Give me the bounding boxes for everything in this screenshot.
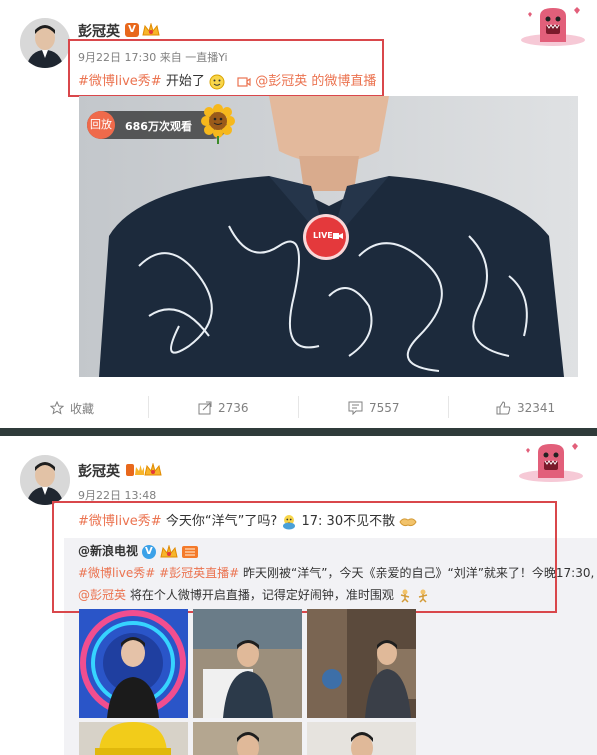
domo-mascot-icon [519, 443, 583, 482]
hashtag-link[interactable]: #微博live秀# [78, 566, 155, 580]
repost-count: 2736 [218, 401, 249, 415]
verified-badge: V [125, 23, 139, 37]
video-link-icon [237, 76, 251, 87]
image-thumbnail[interactable] [193, 609, 302, 718]
repost-button[interactable]: 2736 [198, 396, 249, 420]
post-source[interactable]: 一直播Yi [185, 51, 227, 64]
weibo-post-1: 彭冠英 V 9月22日 17:30 来自 一直播Yi #微博live秀# 开始了 [0, 0, 597, 428]
post-text-b: 17: 30不见不散 [301, 514, 396, 529]
repost-text-2: 将在个人微博开启直播，记得定好闹钟，准时围观 [129, 588, 394, 602]
action-divider [298, 396, 299, 418]
verified-badge: V [141, 544, 156, 559]
image-thumbnail[interactable] [307, 722, 416, 755]
comment-count: 7557 [369, 401, 400, 415]
domo-mascot-icon [521, 7, 585, 46]
mention-link[interactable]: @彭冠英 [78, 588, 126, 602]
post-actions-bar: 收藏 2736 7557 32341 [0, 396, 597, 420]
image-thumbnail[interactable] [79, 609, 188, 718]
dance-emoji-icon [418, 589, 427, 603]
post-text-a: 今天你“洋气”了吗? [165, 514, 278, 529]
view-count: 686万次观看 [125, 120, 192, 133]
chick-emoji-icon [283, 514, 296, 529]
comment-icon [348, 401, 363, 415]
comment-button[interactable]: 7557 [348, 396, 400, 420]
repost-text-1: 昨天刚被“洋气”，今天《亲爱的自己》“刘洋”就来了！今晚17:30, [243, 566, 595, 580]
repost-line-1: #微博live秀# #彭冠英直播# 昨天刚被“洋气”，今天《亲爱的自己》“刘洋”… [78, 564, 594, 581]
image-thumbnail[interactable] [79, 722, 188, 755]
author-name[interactable]: 彭冠英 [78, 21, 120, 41]
post-body: #微博live秀# 今天你“洋气”了吗? 17: 30不见不散 [78, 510, 417, 530]
repost-line-2: @彭冠英 将在个人微博开启直播，记得定好闹钟，准时围观 [78, 586, 430, 603]
thumbs-up-icon [496, 401, 511, 415]
star-icon [50, 401, 64, 415]
post-date[interactable]: 9月22日 17:30 [78, 51, 156, 64]
repost-icon [198, 401, 212, 415]
post-separator [0, 428, 597, 436]
like-count: 32341 [517, 401, 556, 415]
smile-emoji-icon [209, 74, 225, 89]
vip-badge-icon [126, 464, 144, 476]
replay-label: 回放 [87, 111, 115, 139]
hashtag-link[interactable]: #微博live秀# [78, 74, 162, 89]
video-player[interactable]: 回放 686万次观看 LIVE [79, 96, 578, 377]
author-avatar[interactable] [20, 18, 70, 68]
member-crown-icon [144, 463, 162, 476]
member-crown-icon [160, 544, 178, 557]
action-divider [448, 396, 449, 418]
live-play-button[interactable]: LIVE [303, 214, 349, 260]
sunflower-icon [201, 104, 235, 144]
live-stream-link[interactable]: @彭冠英 的微博直播 [255, 74, 376, 89]
like-button[interactable]: 32341 [496, 396, 555, 420]
image-thumbnail[interactable] [193, 722, 302, 755]
hashtag-link[interactable]: #彭冠英直播# [159, 566, 239, 580]
camera-icon [333, 233, 343, 239]
author-name[interactable]: 彭冠英 [78, 461, 120, 481]
repost-author[interactable]: @新浪电视 [78, 544, 138, 558]
author-avatar[interactable] [20, 455, 70, 505]
image-thumbnail[interactable] [307, 609, 416, 718]
favorite-button[interactable]: 收藏 [50, 396, 94, 420]
hashtag-link[interactable]: #微博live秀# [78, 514, 162, 529]
post-body: #微博live秀# 开始了 @彭冠英 的微博直播 [78, 70, 376, 90]
source-prefix: 来自 [159, 51, 182, 64]
live-label: LIVE [313, 231, 333, 240]
action-divider [148, 396, 149, 418]
post-meta: 9月22日 17:30 来自 一直播Yi [78, 49, 228, 65]
handshake-emoji-icon [399, 517, 417, 526]
dance-emoji-icon [400, 589, 409, 603]
post-text: 开始了 [165, 74, 205, 89]
repost-header: @新浪电视 V [78, 542, 198, 559]
level-badge-icon [181, 545, 198, 558]
favorite-label: 收藏 [70, 401, 95, 416]
member-crown-icon [142, 23, 160, 36]
